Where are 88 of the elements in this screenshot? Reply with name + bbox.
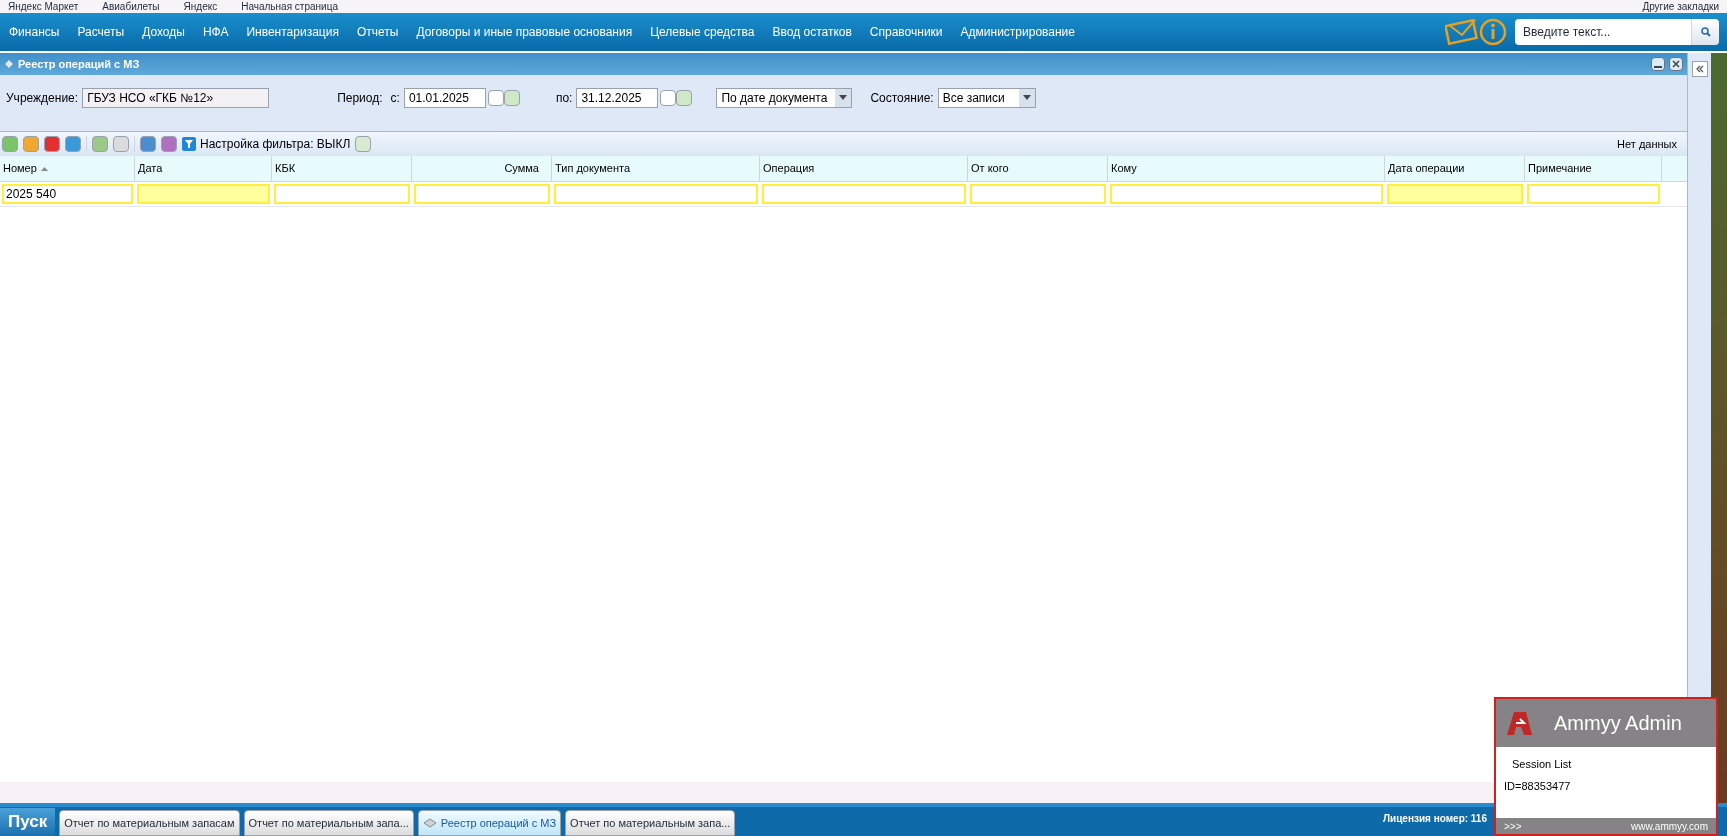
funnel-icon (182, 137, 196, 151)
state-dropdown[interactable]: Все записи (937, 87, 1036, 108)
column-filter-field[interactable] (554, 184, 758, 204)
search-button[interactable] (1691, 19, 1719, 45)
column-header[interactable]: Сумма (412, 156, 552, 181)
print-button[interactable] (140, 136, 156, 152)
clear-date-button[interactable] (676, 89, 693, 106)
column-header[interactable]: Номер (0, 156, 135, 181)
column-header[interactable]: КБК (272, 156, 412, 181)
session-id-text: ID=88353477 (1504, 778, 1572, 794)
calendar-button[interactable] (660, 89, 677, 106)
session-list-link[interactable]: Session List (1504, 756, 1708, 773)
menu-item[interactable]: Доходы (133, 23, 194, 41)
date-mode-dropdown[interactable]: По дате документа (716, 87, 853, 108)
caret-icon (835, 88, 852, 107)
column-header[interactable]: От кого (968, 156, 1108, 181)
app-logo-icon (1504, 709, 1534, 737)
menu-item[interactable]: НФА (193, 23, 238, 41)
institution-field[interactable]: ГБУЗ НСО «ГКБ №12» (82, 87, 270, 108)
license-text: Лицензия номер: 116 (1383, 812, 1487, 826)
expand-link[interactable]: >>> (1504, 818, 1522, 834)
column-filter-field[interactable] (1527, 184, 1660, 204)
caret-icon (1018, 88, 1035, 107)
expand-panel-button[interactable] (1691, 61, 1708, 77)
date-field[interactable]: 31.12.2025 (576, 87, 659, 108)
to-label: по: (555, 89, 573, 107)
edit-button[interactable] (23, 136, 39, 152)
search-icon (1700, 27, 1711, 37)
column-filter-field[interactable] (414, 184, 550, 204)
minimize-button[interactable] (1651, 57, 1665, 71)
bookmark-link[interactable]: Авиабилеты (102, 1, 160, 12)
delete-button[interactable] (44, 136, 60, 152)
column-header[interactable]: Дата операции (1385, 156, 1525, 181)
column-filter-field[interactable] (137, 184, 270, 204)
clear-date-button[interactable] (503, 89, 520, 106)
taskbar-tab[interactable]: Отчет по материальным запасам (59, 810, 240, 836)
column-header[interactable]: Операция (760, 156, 968, 181)
bookmark-link[interactable]: Яндекс (183, 1, 218, 12)
menu-item[interactable]: Ввод остатков (763, 23, 861, 41)
column-filter-field[interactable] (1387, 184, 1523, 204)
taskbar-tab[interactable]: Реестр операций с МЗ (417, 810, 562, 836)
bookmark-link[interactable]: Другие закладки (1642, 1, 1719, 12)
window-title: Реестр операций с МЗ (18, 56, 140, 72)
state-label: Состояние: (870, 89, 934, 107)
bookmark-link[interactable]: Яндекс Маркет (8, 1, 79, 12)
taskbar-tab[interactable]: Отчет по материальным запа... (565, 810, 736, 836)
menu-item[interactable]: Инвентаризация (237, 23, 348, 41)
refresh-button[interactable] (355, 136, 372, 152)
close-button[interactable] (1669, 57, 1683, 71)
menu-item[interactable]: Отчеты (347, 23, 408, 41)
settings-button[interactable] (161, 136, 177, 152)
menu-item[interactable]: Целевые средства (641, 23, 764, 41)
envelope-icon[interactable] (1445, 19, 1479, 45)
document-icon (422, 818, 437, 828)
unapprove-button[interactable] (113, 136, 129, 152)
date-field[interactable]: 01.01.2025 (403, 87, 486, 108)
menu-item[interactable]: Договоры и иные правовые основания (407, 23, 642, 41)
start-button[interactable]: Пуск (0, 808, 56, 836)
menu-item[interactable]: Администрирование (951, 23, 1084, 41)
column-header[interactable]: Дата (135, 156, 272, 181)
add-button[interactable] (2, 136, 18, 152)
from-label: с: (390, 89, 400, 107)
column-header[interactable]: Кому (1108, 156, 1385, 181)
calendar-button[interactable] (487, 89, 504, 106)
search-field[interactable]: Введите текст... (1515, 19, 1691, 45)
column-header[interactable]: Тип документа (552, 156, 760, 181)
period-label: Период: (337, 89, 383, 107)
no-data-status: Нет данных (1617, 136, 1678, 152)
document-icon (4, 59, 14, 69)
column-header[interactable]: Примечание (1525, 156, 1662, 181)
copy-button[interactable] (65, 136, 81, 152)
column-filter-field[interactable]: 2025 540 (2, 184, 133, 204)
column-filter-field[interactable] (1110, 184, 1383, 204)
filter-settings-button[interactable]: Настройка фильтра: ВЫКЛ (182, 135, 351, 153)
menu-item[interactable]: Расчеты (68, 23, 134, 41)
info-icon[interactable] (1479, 18, 1507, 46)
taskbar-tab[interactable]: Отчет по материальным запа... (243, 810, 414, 836)
menu-item[interactable]: Справочники (860, 23, 952, 41)
close-icon (1672, 60, 1680, 68)
column-filter-field[interactable] (970, 184, 1106, 204)
website-link[interactable]: www.ammyy.com (1630, 818, 1708, 834)
approve-button[interactable] (92, 136, 108, 152)
bookmark-link[interactable]: Начальная страница (241, 1, 338, 12)
institution-label: Учреждение: (6, 89, 79, 107)
column-filter-field[interactable] (274, 184, 410, 204)
column-filter-field[interactable] (762, 184, 966, 204)
menu-item[interactable]: Финансы (0, 23, 69, 41)
popup-title: Ammyy Admin (1554, 711, 1682, 736)
